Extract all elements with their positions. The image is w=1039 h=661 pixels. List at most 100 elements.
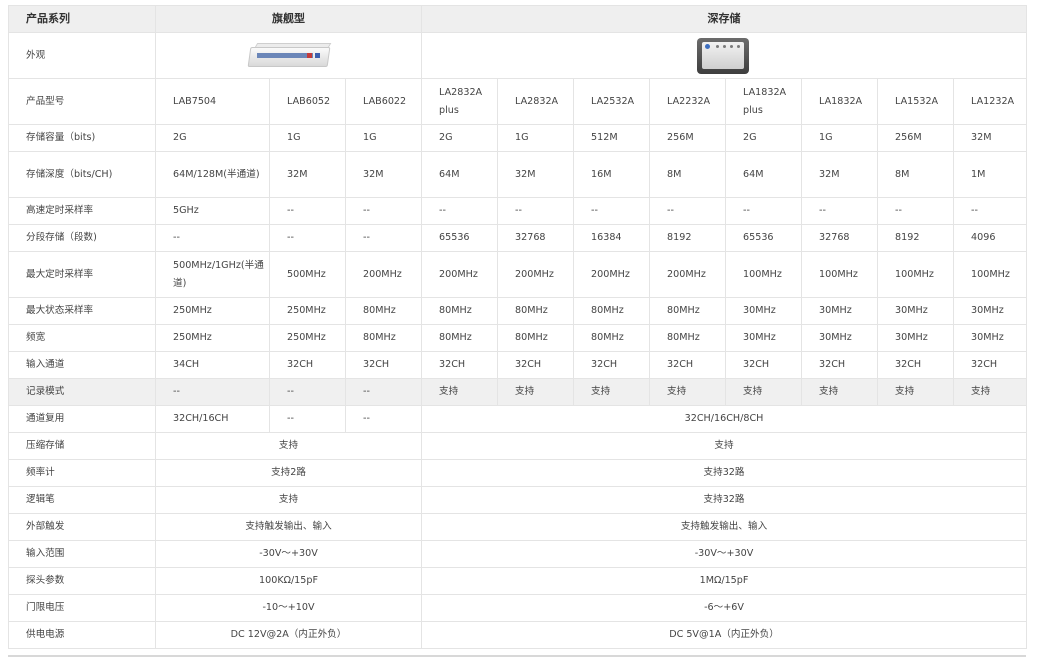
spec-cell: 支持 (725, 378, 803, 406)
spec-cell: 1M (953, 151, 1028, 198)
flagship-merged-cell: -10～+10V (154, 594, 423, 622)
spec-cell: 支持 (497, 378, 575, 406)
spec-cell: 30MHz (801, 324, 879, 352)
deep-merged-cell: 支持32路 (421, 459, 1028, 487)
model-cell: LA1232A (953, 78, 1028, 125)
spec-cell: 16M (573, 151, 651, 198)
flagship-merged-cell: DC 12V@2A（内正外负） (154, 621, 423, 649)
deep-merged-cell: 支持 (421, 432, 1028, 460)
row-label: 外观 (8, 32, 156, 79)
spec-row-merged: 压缩存储 支持 支持 (8, 432, 1028, 460)
spec-cell: 500MHz (269, 251, 346, 298)
spec-cell: 80MHz (497, 324, 575, 352)
spec-cell: 32CH (421, 351, 499, 379)
spec-cell: 32M (497, 151, 575, 198)
spec-cell: 32768 (801, 224, 879, 252)
flagship-merged-cell: 100KΩ/15pF (154, 567, 423, 595)
spec-cell: 32CH (801, 351, 879, 379)
spec-cell: 80MHz (573, 324, 651, 352)
spec-cell: 32M (344, 151, 423, 198)
deep-merged-cell: DC 5V@1A（内正外负） (421, 621, 1028, 649)
model-cell: LA2532A (573, 78, 651, 125)
model-cell: LA2832A plus (421, 78, 499, 125)
spec-cell: 64M (421, 151, 499, 198)
row-label: 高速定时采样率 (8, 197, 156, 225)
model-cell: LA1832A (801, 78, 879, 125)
spec-cell: 250MHz (155, 297, 270, 325)
model-cell: LAB6022 (344, 78, 423, 125)
flagship-merged-cell: 支持 (154, 432, 423, 460)
spec-cell: 80MHz (421, 297, 499, 325)
spec-cell: -- (421, 197, 499, 225)
spec-row: 最大定时采样率 500MHz/1GHz(半通道) 500MHz 200MHz 200MH… (8, 251, 1028, 298)
spec-cell: -- (269, 378, 346, 406)
spec-cell: -- (801, 197, 879, 225)
model-cell: LAB6052 (269, 78, 346, 125)
spec-cell: 30MHz (953, 297, 1028, 325)
spec-cell: 32CH/16CH (155, 405, 270, 433)
spec-cell: 80MHz (344, 324, 423, 352)
spec-cell: 32CH (649, 351, 727, 379)
spec-cell: 80MHz (344, 297, 423, 325)
spec-cell: -- (344, 224, 423, 252)
spec-cell: 100MHz (725, 251, 803, 298)
spec-cell: 65536 (725, 224, 803, 252)
spec-cell: 32M (801, 151, 879, 198)
spec-cell: 32CH (344, 351, 423, 379)
row-label: 产品型号 (8, 78, 156, 125)
row-label: 外部触发 (8, 513, 156, 541)
row-label: 压缩存储 (8, 432, 156, 460)
deep-storage-device-image (696, 36, 752, 76)
spec-cell: -- (155, 224, 270, 252)
spec-cell: 32CH (269, 351, 346, 379)
spec-cell: -- (269, 405, 346, 433)
spec-row: 分段存储（段数) -- -- -- 65536 32768 16384 8192 65536 32… (8, 224, 1028, 252)
flagship-header: 旗舰型 (154, 5, 423, 33)
spec-cell: -- (344, 405, 423, 433)
row-label: 最大状态采样率 (8, 297, 156, 325)
row-label: 存储深度（bits/CH) (8, 151, 156, 198)
spec-table-container: 产品系列 旗舰型 深存储 外观 产品型号 LAB7504 LAB6052 LAB… (8, 5, 1028, 649)
spec-cell: -- (725, 197, 803, 225)
spec-row-merged: 输入范围 -30V～+30V -30V～+30V (8, 540, 1028, 568)
spec-cell: 8192 (649, 224, 727, 252)
model-cell: LA1532A (877, 78, 955, 125)
spec-cell: 4096 (953, 224, 1028, 252)
spec-cell: -- (573, 197, 651, 225)
model-cell: LA2832A (497, 78, 575, 125)
spec-cell: 200MHz (649, 251, 727, 298)
spec-cell: -- (344, 378, 423, 406)
spec-cell: 30MHz (801, 297, 879, 325)
row-label: 输入通道 (8, 351, 156, 379)
spec-cell: 1G (269, 124, 346, 152)
spec-cell: 16384 (573, 224, 651, 252)
spec-cell: 200MHz (344, 251, 423, 298)
spec-row: 存储深度（bits/CH) 64M/128M(半通道) 32M 32M 64M 32M 16… (8, 151, 1028, 198)
row-label: 门限电压 (8, 594, 156, 622)
appearance-row: 外观 (8, 32, 1028, 79)
spec-cell: 2G (421, 124, 499, 152)
spec-row-merged: 门限电压 -10～+10V -6～+6V (8, 594, 1028, 622)
spec-cell: 支持 (573, 378, 651, 406)
spec-cell: 8M (877, 151, 955, 198)
spec-cell: 支持 (877, 378, 955, 406)
spec-row-merged: 逻辑笔 支持 支持32路 (8, 486, 1028, 514)
spec-cell: 250MHz (269, 297, 346, 325)
spec-cell: 80MHz (649, 324, 727, 352)
spec-cell: 512M (573, 124, 651, 152)
spec-cell: 100MHz (801, 251, 879, 298)
spec-cell: 256M (877, 124, 955, 152)
spec-cell: 100MHz (877, 251, 955, 298)
spec-row: 存储容量（bits) 2G 1G 1G 2G 1G 512M 256M 2G 1G 256M 32M (8, 124, 1028, 152)
row-label: 最大定时采样率 (8, 251, 156, 298)
spec-cell: 34CH (155, 351, 270, 379)
spec-cell: 80MHz (573, 297, 651, 325)
flagship-device-image (247, 41, 331, 71)
spec-cell: 64M (725, 151, 803, 198)
series-header: 产品系列 (8, 5, 156, 33)
spec-cell: -- (344, 197, 423, 225)
row-label: 通道复用 (8, 405, 156, 433)
spec-cell: 2G (155, 124, 270, 152)
model-cell: LA2232A (649, 78, 727, 125)
spec-cell: -- (155, 378, 270, 406)
